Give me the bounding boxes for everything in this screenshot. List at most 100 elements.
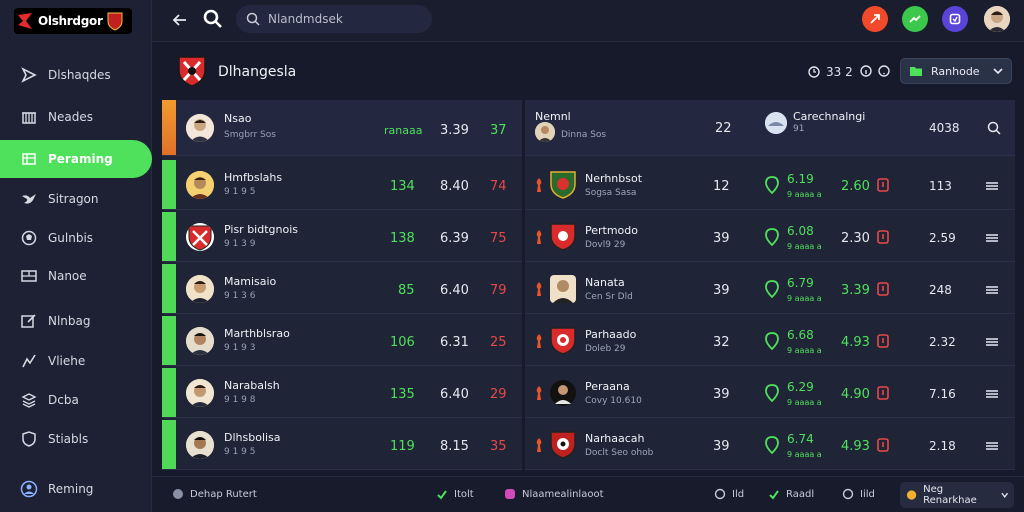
search-input[interactable] xyxy=(268,12,418,26)
team-crest-icon xyxy=(550,431,576,459)
sidebar-item-8[interactable]: Vliehe xyxy=(0,342,152,380)
table-row[interactable]: Peraana Covy 10.610 39 6.29 9 aaaa a 4.9… xyxy=(525,368,1015,418)
footer-item-6[interactable]: Iild xyxy=(842,488,875,500)
back-arrow-icon[interactable] xyxy=(170,10,190,30)
sidebar-item-3[interactable]: Peraming xyxy=(0,140,152,178)
menu-icon[interactable] xyxy=(985,181,999,191)
table-row[interactable]: Pertmodo Dovl9 29 39 6.08 9 aaaa a 2.30 … xyxy=(525,212,1015,262)
footer-item-4[interactable]: Ild xyxy=(714,488,744,500)
venue-name: Carechnalngi xyxy=(793,110,866,123)
sidebar-item-11[interactable]: Reming xyxy=(0,470,152,508)
right-table: Nemnl Dinna Sos 22 Carechnalngi 91 4038 … xyxy=(525,100,1015,470)
table-row[interactable]: Mamisaio 9 1 3 6 85 6.40 79 xyxy=(162,264,522,314)
venue-sub: 91 xyxy=(793,124,805,134)
footer-item-1[interactable]: Dehap Rutert xyxy=(172,488,257,500)
row-indicator xyxy=(162,212,176,261)
app-logo[interactable]: Olshrdgor xyxy=(14,8,132,34)
menu-icon[interactable] xyxy=(985,337,999,347)
player-avatar xyxy=(186,223,214,251)
team-crest-icon xyxy=(550,223,576,251)
stat-value: 39 xyxy=(713,231,730,246)
torch-icon xyxy=(536,334,542,348)
stack-icon xyxy=(20,391,38,409)
table-row[interactable]: Nsao Smgbrr Sos ranaaa 3.39 37 xyxy=(162,100,522,156)
user-avatar[interactable] xyxy=(984,6,1010,32)
sidebar-item-2[interactable]: Neades xyxy=(0,98,152,136)
map-pin-icon xyxy=(765,280,779,298)
header-stat-2[interactable] xyxy=(860,65,890,77)
stat-value: 85 xyxy=(398,283,415,298)
player-name: Narabalsh xyxy=(224,379,280,392)
stat-value: 6.40 xyxy=(440,283,469,298)
team-name: Peraana xyxy=(585,380,630,393)
sidebar-item-label: Dcba xyxy=(48,393,79,407)
table-row[interactable]: Hmfbslahs 9 1 9 5 134 8.40 74 xyxy=(162,160,522,210)
check-button[interactable] xyxy=(902,6,928,32)
sidebar-item-4[interactable]: Sitragon xyxy=(0,180,152,218)
footer-item-3[interactable]: Nlaamealinlaoot xyxy=(504,488,604,500)
clock-icon xyxy=(808,66,820,78)
stat-value: 8.40 xyxy=(440,179,469,194)
globe-icon xyxy=(20,480,38,498)
stat-value: ranaaa xyxy=(384,124,423,137)
sidebar-item-5[interactable]: Gulnbis xyxy=(0,219,152,257)
menu-icon[interactable] xyxy=(985,285,999,295)
odd-sub: 9 aaaa a xyxy=(787,190,822,199)
team-crest-icon xyxy=(550,171,576,199)
shield-icon xyxy=(20,430,38,448)
table-row[interactable]: Pisr bidtgnois 9 1 3 9 138 6.39 75 xyxy=(162,212,522,262)
team-sub: Dovl9 29 xyxy=(585,240,626,250)
stat-value: 22 xyxy=(715,121,732,136)
stat-value: 6.39 xyxy=(440,231,469,246)
player-avatar xyxy=(186,431,214,459)
table-row[interactable]: Parhaado Doleb 29 32 6.68 9 aaaa a 4.93 … xyxy=(525,316,1015,366)
stat-value: 2.32 xyxy=(929,335,956,349)
odd-value-b: 4.93 xyxy=(841,439,870,454)
sidebar-item-9[interactable]: Dcba xyxy=(0,381,152,419)
table-row[interactable]: Nemnl Dinna Sos 22 Carechnalngi 91 4038 xyxy=(525,100,1015,156)
sidebar-item-label: Nlnbag xyxy=(48,314,91,328)
sidebar-item-10[interactable]: Stiabls xyxy=(0,420,152,458)
footer-dropdown[interactable]: Neg Renarkhae xyxy=(900,482,1014,508)
table-row[interactable]: Narhaacah Doclt Seo ohob 39 6.74 9 aaaa … xyxy=(525,420,1015,470)
messages-button[interactable] xyxy=(942,6,968,32)
search-field-icon xyxy=(246,12,260,26)
team-crest-icon xyxy=(176,54,208,88)
stat-value: 7.16 xyxy=(929,387,956,401)
footer-label: Nlaamealinlaoot xyxy=(522,488,604,500)
table-row[interactable]: Narabalsh 9 1 9 8 135 6.40 29 xyxy=(162,368,522,418)
player-avatar xyxy=(186,379,214,407)
search-icon[interactable] xyxy=(987,120,1001,139)
row-indicator xyxy=(162,264,176,313)
footer-item-5[interactable]: Raadl xyxy=(768,488,814,500)
search-icon[interactable] xyxy=(202,8,224,30)
sidebar-item-6[interactable]: Nanoe xyxy=(0,257,152,295)
help-icon xyxy=(878,65,890,77)
stat-value: 134 xyxy=(390,179,415,194)
footer-label: Raadl xyxy=(786,488,815,500)
menu-icon[interactable] xyxy=(985,389,999,399)
chevron-down-icon xyxy=(1000,492,1008,498)
table-row[interactable]: Marthblsrao 9 1 9 3 106 6.31 25 xyxy=(162,316,522,366)
user-icon xyxy=(173,489,183,499)
table-row[interactable]: Nerhnbsot Sogsa Sasa 12 6.19 9 aaaa a 2.… xyxy=(525,160,1015,210)
sidebar-item-label: Nanoe xyxy=(48,269,87,283)
logo-text: Olshrdgor xyxy=(38,14,103,28)
edit-icon xyxy=(20,312,38,330)
team-crest-icon xyxy=(550,327,576,355)
sidebar-item-1[interactable]: Dlshaqdes xyxy=(0,56,152,94)
footer-item-2[interactable]: Itolt xyxy=(436,488,474,500)
table-row[interactable]: Nanata Cen Sr Dld 39 6.79 9 aaaa a 3.39 … xyxy=(525,264,1015,314)
sidebar-item-7[interactable]: Nlnbag xyxy=(0,302,152,340)
chart-icon xyxy=(20,352,38,370)
stat-value: 106 xyxy=(390,335,415,350)
filter-dropdown[interactable]: Ranhode xyxy=(900,58,1012,84)
odd-value: 6.79 xyxy=(787,276,814,290)
search-box[interactable] xyxy=(236,5,432,33)
team-name: Nerhnbsot xyxy=(585,172,643,185)
fire-button[interactable] xyxy=(862,6,888,32)
menu-icon[interactable] xyxy=(985,233,999,243)
table-row[interactable]: Dlhsbolisa 9 1 9 5 119 8.15 35 xyxy=(162,420,522,470)
match-header: Dlhangesla 33 2 Ranhode xyxy=(160,50,1018,94)
menu-icon[interactable] xyxy=(985,441,999,451)
